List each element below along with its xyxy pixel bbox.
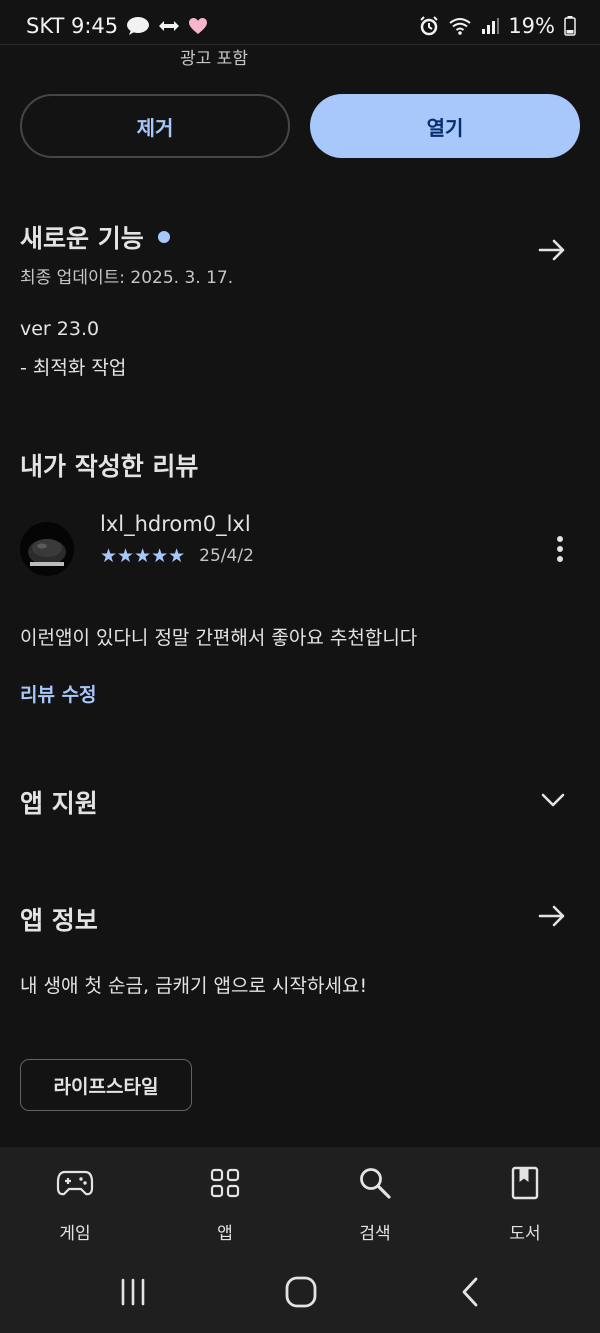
app-description: 내 생애 첫 순금, 금캐기 앱으로 시작하세요! bbox=[20, 975, 368, 997]
signal-icon bbox=[481, 17, 500, 35]
category-chip[interactable]: 라이프스타일 bbox=[20, 1059, 192, 1111]
gamepad-icon bbox=[56, 1165, 94, 1201]
system-navigation-bar bbox=[0, 1257, 600, 1333]
app-info-title[interactable]: 앱 정보 bbox=[20, 901, 98, 937]
search-icon bbox=[358, 1165, 392, 1201]
app-support-title[interactable]: 앱 지원 bbox=[20, 784, 98, 820]
home-icon[interactable] bbox=[284, 1275, 318, 1313]
nav-item-search[interactable]: 검색 bbox=[300, 1147, 450, 1257]
nav-label-search: 검색 bbox=[359, 1224, 391, 1244]
avatar bbox=[20, 522, 74, 576]
star-rating: ★★★★★ bbox=[100, 545, 186, 567]
version-text: ver 23.0 bbox=[20, 318, 100, 340]
chevron-down-icon[interactable] bbox=[538, 786, 568, 818]
wifi-icon bbox=[448, 16, 472, 36]
nav-item-apps[interactable]: 앱 bbox=[150, 1147, 300, 1257]
review-date: 25/4/2 bbox=[199, 546, 254, 566]
whats-new-header[interactable]: 새로운 기능 bbox=[20, 219, 170, 255]
new-indicator-dot bbox=[157, 231, 170, 243]
open-button[interactable]: 열기 bbox=[310, 94, 580, 158]
back-icon[interactable] bbox=[455, 1276, 485, 1312]
whats-new-title: 새로운 기능 bbox=[20, 224, 144, 253]
edit-review-link[interactable]: 리뷰 수정 bbox=[20, 680, 97, 707]
contains-ads-label: 광고 포함 bbox=[180, 49, 248, 69]
bottom-navigation: 게임 앱 검색 도서 bbox=[0, 1147, 600, 1257]
carrier-time: SKT 9:45 bbox=[26, 14, 119, 38]
battery-percent: 19% bbox=[508, 14, 555, 38]
apps-grid-icon bbox=[210, 1165, 240, 1201]
status-right: 19% bbox=[419, 14, 576, 38]
status-divider bbox=[0, 44, 600, 45]
recent-apps-icon[interactable] bbox=[118, 1277, 148, 1311]
nav-label-games: 게임 bbox=[59, 1224, 91, 1244]
more-options-icon[interactable] bbox=[548, 533, 572, 569]
my-review-title: 내가 작성한 리뷰 bbox=[20, 452, 199, 481]
battery-icon bbox=[564, 16, 576, 36]
review-text: 이런앱이 있다니 정말 간편해서 좋아요 추천합니다 bbox=[20, 627, 418, 649]
nav-item-games[interactable]: 게임 bbox=[0, 1147, 150, 1257]
data-transfer-icon bbox=[158, 19, 180, 33]
whats-new-arrow-icon[interactable] bbox=[536, 234, 568, 270]
status-left: SKT 9:45 bbox=[26, 14, 208, 38]
uninstall-button[interactable]: 제거 bbox=[20, 94, 290, 158]
app-info-arrow-icon[interactable] bbox=[536, 900, 568, 936]
review-username: lxl_hdrom0_lxl bbox=[100, 512, 251, 536]
alarm-icon bbox=[419, 16, 439, 36]
status-bar: SKT 9:45 19% bbox=[0, 0, 600, 46]
review-meta: ★★★★★ 25/4/2 bbox=[100, 546, 254, 566]
release-notes: - 최적화 작업 bbox=[20, 357, 127, 379]
chat-bubble-icon bbox=[126, 16, 150, 36]
heart-icon bbox=[188, 17, 208, 35]
book-icon bbox=[511, 1165, 539, 1201]
nav-item-books[interactable]: 도서 bbox=[450, 1147, 600, 1257]
last-updated: 최종 업데이트: 2025. 3. 17. bbox=[20, 268, 234, 288]
nav-label-apps: 앱 bbox=[217, 1224, 233, 1244]
nav-label-books: 도서 bbox=[509, 1224, 541, 1244]
